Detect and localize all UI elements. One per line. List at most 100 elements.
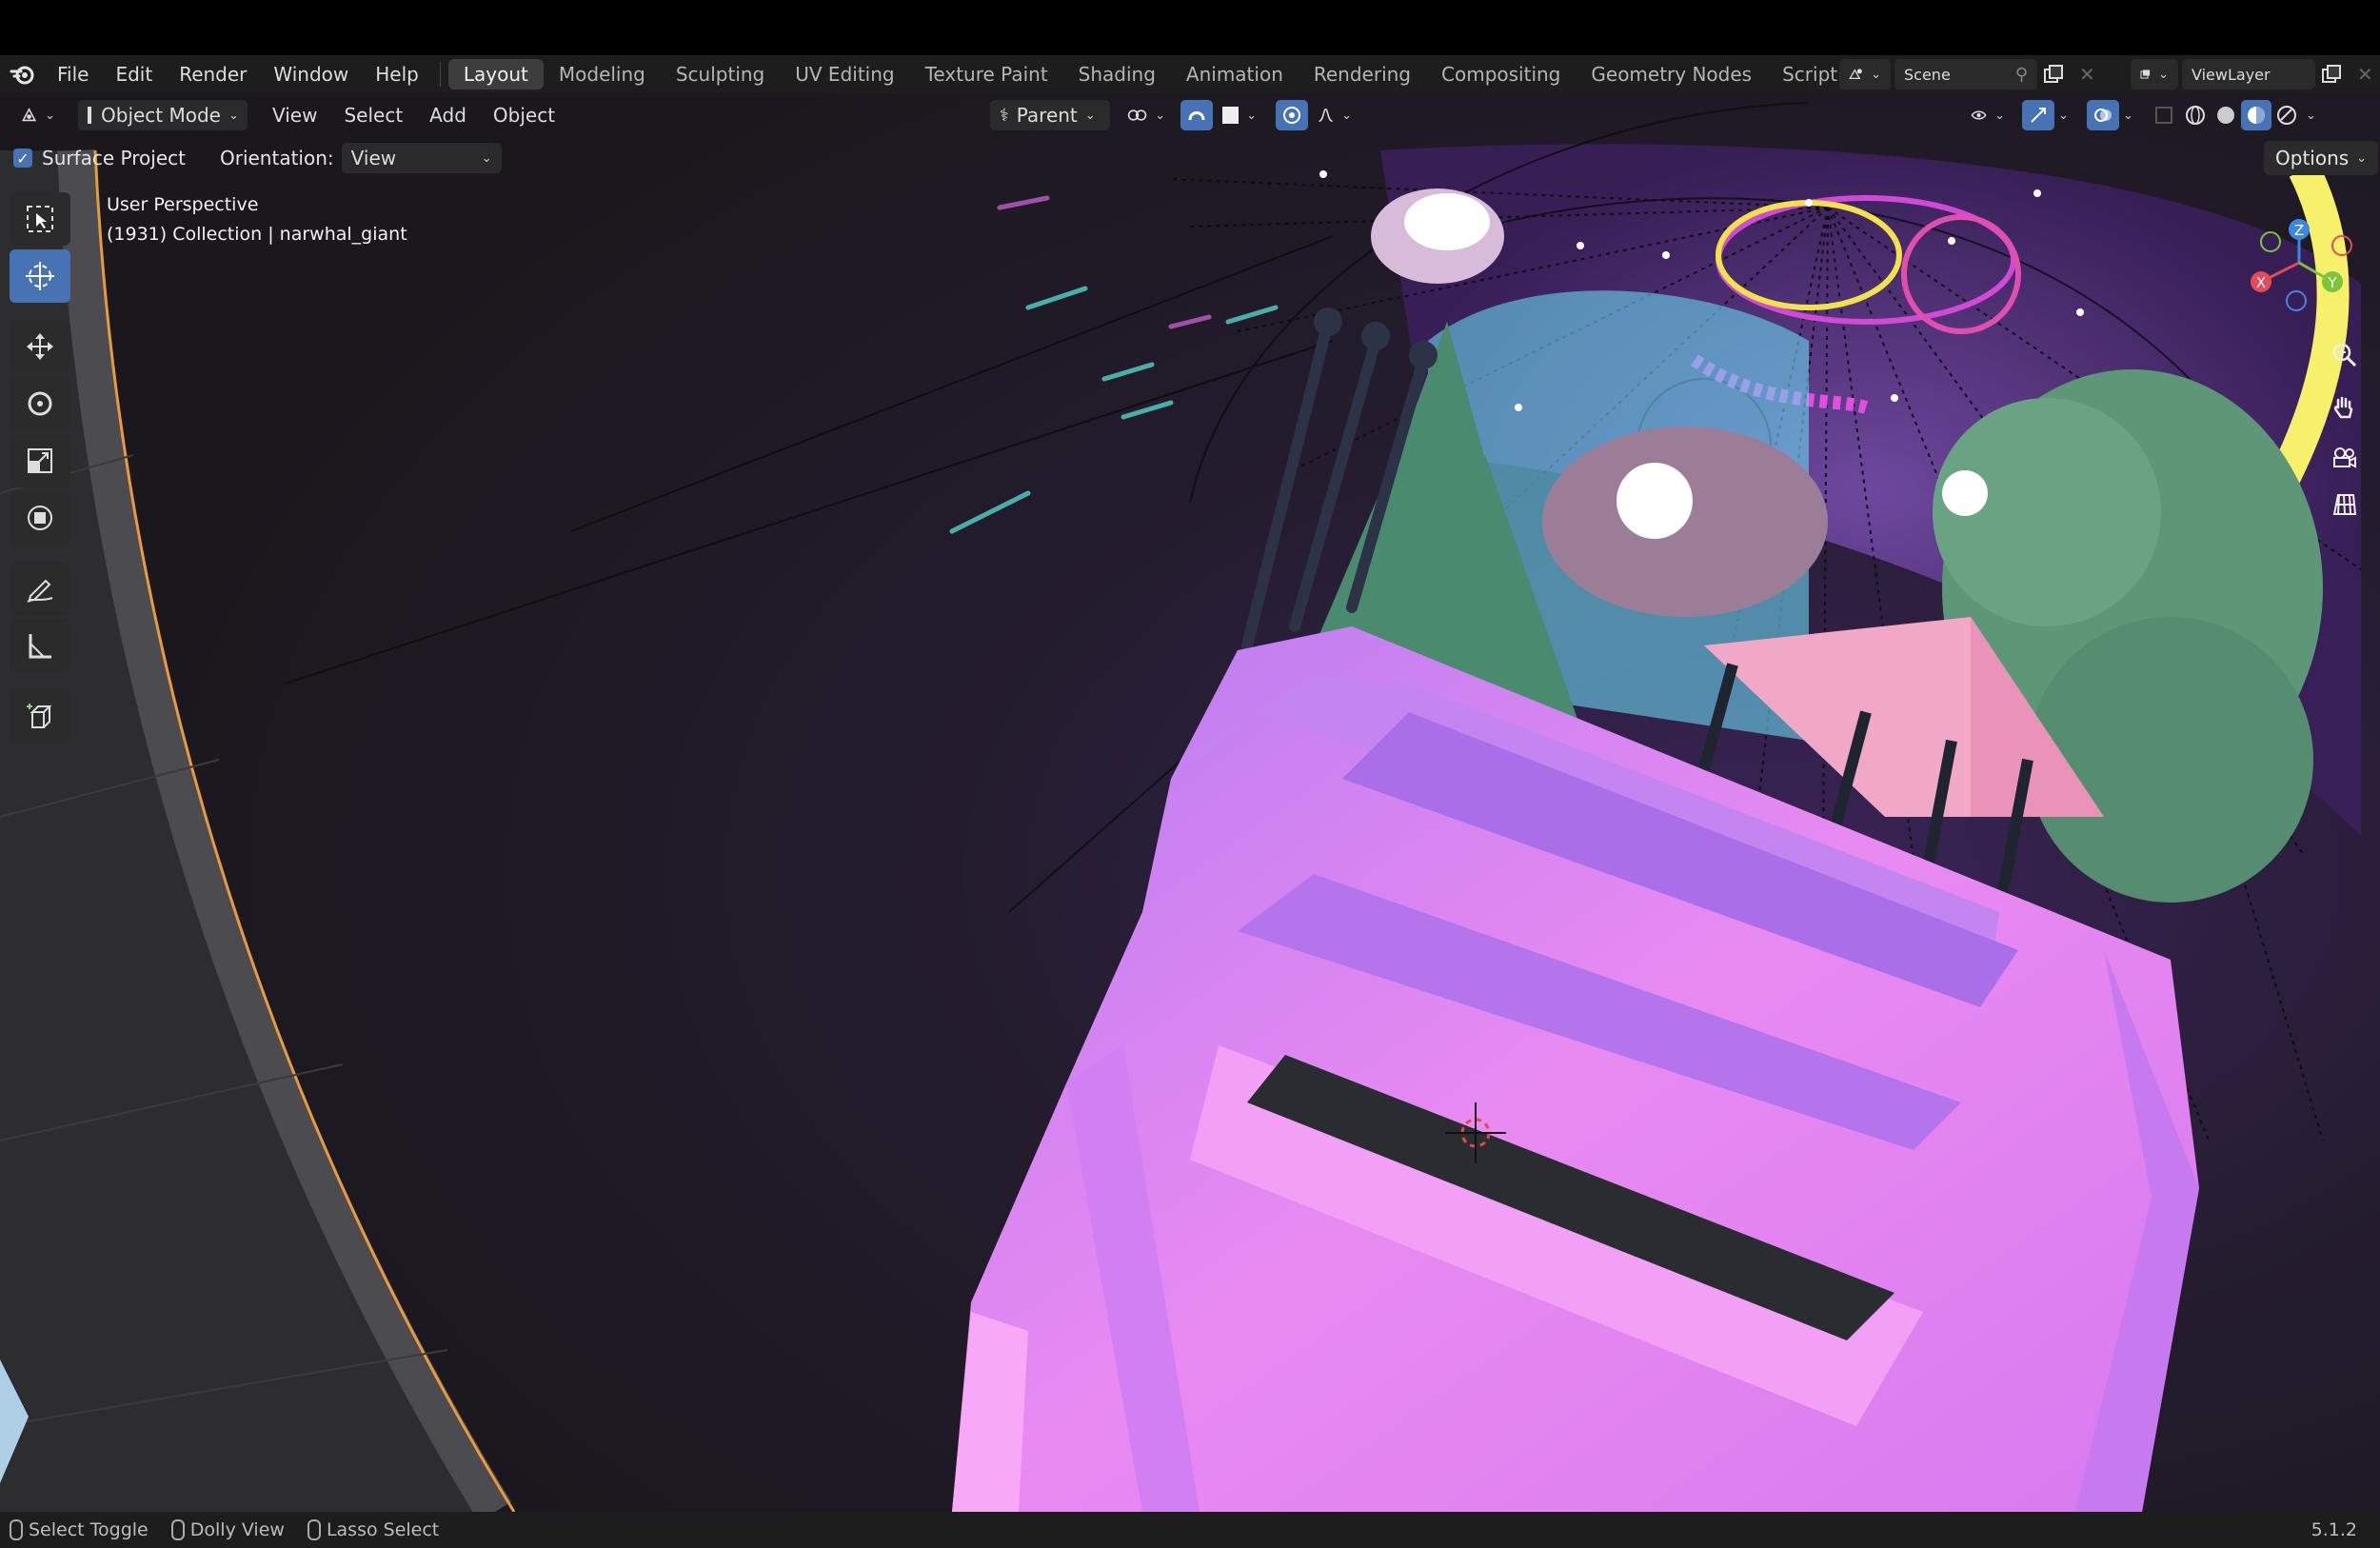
tool-shelf (10, 192, 78, 746)
view-perspective-label: User Perspective (107, 194, 259, 215)
status-bar: Select Toggle Dolly View Lasso Select 5.… (0, 1512, 2380, 1548)
menu-add[interactable]: Add (420, 100, 476, 130)
gizmo-y-label: Y (2327, 274, 2337, 291)
menu-edit[interactable]: Edit (102, 55, 166, 93)
tab-layout[interactable]: Layout (447, 59, 544, 89)
tab-texture-paint[interactable]: Texture Paint (910, 59, 1063, 89)
blender-window: File Edit Render Window Help Layout Mode… (0, 0, 2380, 1548)
status-lasso-select-label: Lasso Select (326, 1519, 440, 1540)
active-object-label: (1931) Collection | narwhal_giant (107, 224, 407, 245)
rotate-tool-icon[interactable] (10, 377, 70, 430)
transform-pivot-dropdown[interactable]: ⚕ Parent ⌄ (990, 100, 1110, 130)
tool-settings-bar: ✓ Surface Project Orientation: View ⌄ (0, 139, 502, 177)
snap-target-icon[interactable]: ⌄ (1213, 100, 1266, 130)
shading-dropdown-icon[interactable]: ⌄ (2302, 100, 2325, 130)
mouse-middle-icon (170, 1519, 185, 1540)
blender-logo-icon[interactable] (0, 55, 44, 93)
menu-help[interactable]: Help (362, 55, 432, 93)
transform-orientation-icon[interactable]: ⌄ (1118, 100, 1175, 130)
orientation-dropdown[interactable]: View ⌄ (341, 143, 502, 173)
rendered-shading-icon[interactable] (2271, 100, 2302, 130)
mode-selector[interactable]: Object Mode ⌄ (78, 100, 248, 130)
visibility-icon[interactable]: ⌄ (1961, 100, 2014, 130)
snap-toggle-icon[interactable] (1180, 100, 1213, 130)
mouse-left-icon (10, 1519, 23, 1540)
overlays-toggle-icon[interactable] (2087, 100, 2119, 130)
mouse-right-icon (307, 1519, 321, 1540)
new-viewlayer-icon[interactable] (2315, 59, 2348, 89)
orientation-label: Orientation: (219, 147, 334, 169)
pan-hand-icon[interactable] (2323, 387, 2365, 428)
tab-shading[interactable]: Shading (1063, 59, 1171, 89)
options-dropdown[interactable]: Options ⌄ (2264, 141, 2379, 175)
viewlayer-name-field[interactable]: ViewLayer (2182, 59, 2315, 89)
select-box-tool-icon[interactable] (10, 192, 70, 246)
tab-geometry-nodes[interactable]: Geometry Nodes (1576, 59, 1767, 89)
status-select-toggle: Select Toggle (10, 1519, 149, 1540)
delete-viewlayer-icon[interactable]: ✕ (2348, 59, 2376, 89)
3d-viewport[interactable]: ⌄ Object Mode ⌄ View Select Add Object ⚕ … (0, 93, 2380, 1512)
tab-animation[interactable]: Animation (1171, 59, 1299, 89)
add-cube-tool-icon[interactable] (10, 689, 70, 743)
viewport-info: User Perspective (1931) Collection | nar… (107, 190, 407, 249)
gizmo-z-label: Z (2294, 222, 2304, 239)
scale-tool-icon[interactable] (10, 434, 70, 487)
menu-render[interactable]: Render (166, 55, 260, 93)
xray-icon[interactable] (2152, 100, 2180, 130)
options-label: Options (2275, 147, 2350, 169)
tab-rendering[interactable]: Rendering (1299, 59, 1426, 89)
gizmo-dropdown-icon[interactable]: ⌄ (2054, 100, 2077, 130)
navigation-gizmo[interactable]: Z X Y (2237, 196, 2380, 415)
solid-shading-icon[interactable] (2211, 100, 2241, 130)
proportional-editing-icon[interactable] (1276, 100, 1308, 130)
status-select-toggle-label: Select Toggle (29, 1519, 149, 1540)
tab-modeling[interactable]: Modeling (544, 59, 661, 89)
move-tool-icon[interactable] (10, 320, 70, 373)
checkmark-icon: ✓ (13, 149, 32, 168)
ortho-grid-icon[interactable] (2323, 484, 2365, 526)
scene-name-field[interactable]: Scene ⚲ (1894, 59, 2037, 89)
surface-project-label: Surface Project (42, 147, 186, 169)
falloff-icon[interactable]: ⌄ (1308, 100, 1361, 130)
gizmo-toggle-icon[interactable] (2022, 100, 2054, 130)
viewport-scene[interactable] (0, 93, 2380, 1512)
new-scene-icon[interactable] (2037, 59, 2070, 89)
menu-view[interactable]: View (263, 100, 327, 130)
version-label: 5.1.2 (2311, 1519, 2357, 1540)
viewlayer-name: ViewLayer (2192, 65, 2271, 84)
orientation-value: View (350, 147, 397, 169)
delete-scene-icon[interactable]: ✕ (2070, 59, 2098, 89)
status-lasso-select: Lasso Select (307, 1519, 439, 1540)
gizmo-x-label: X (2256, 274, 2266, 291)
transform-tool-icon[interactable] (10, 491, 70, 545)
wireframe-shading-icon[interactable] (2180, 100, 2211, 130)
annotate-tool-icon[interactable] (10, 562, 70, 615)
scene-name: Scene (1904, 65, 1951, 84)
material-preview-icon[interactable] (2241, 100, 2271, 130)
editor-type-icon[interactable]: ⌄ (11, 100, 65, 130)
tab-uv-editing[interactable]: UV Editing (780, 59, 909, 89)
viewport-header: ⌄ Object Mode ⌄ View Select Add Object ⚕ … (0, 93, 2380, 137)
pin-icon[interactable]: ⚲ (2015, 65, 2028, 85)
menu-window[interactable]: Window (260, 55, 362, 93)
pivot-icon: ⚕ (1000, 105, 1009, 126)
pivot-label: Parent (1016, 104, 1078, 127)
zoom-icon[interactable] (2323, 333, 2365, 375)
tab-compositing[interactable]: Compositing (1426, 59, 1576, 89)
surface-project-checkbox[interactable]: ✓ Surface Project (13, 147, 186, 169)
mode-label: Object Mode (101, 104, 221, 127)
menu-file[interactable]: File (44, 55, 102, 93)
menu-select[interactable]: Select (334, 100, 412, 130)
menu-object[interactable]: Object (484, 100, 565, 130)
top-bar: File Edit Render Window Help Layout Mode… (0, 55, 2380, 93)
scene-selector-icon[interactable]: ⌄ (1839, 59, 1891, 89)
tab-sculpting[interactable]: Sculpting (661, 59, 780, 89)
cursor-tool-icon[interactable] (10, 249, 70, 303)
camera-view-icon[interactable] (2323, 436, 2365, 478)
measure-tool-icon[interactable] (10, 619, 70, 672)
status-dolly-view: Dolly View (170, 1519, 285, 1540)
overlays-dropdown-icon[interactable]: ⌄ (2119, 100, 2142, 130)
viewlayer-selector-icon[interactable]: ⌄ (2131, 59, 2178, 89)
status-dolly-view-label: Dolly View (189, 1519, 285, 1540)
divider (439, 62, 441, 87)
